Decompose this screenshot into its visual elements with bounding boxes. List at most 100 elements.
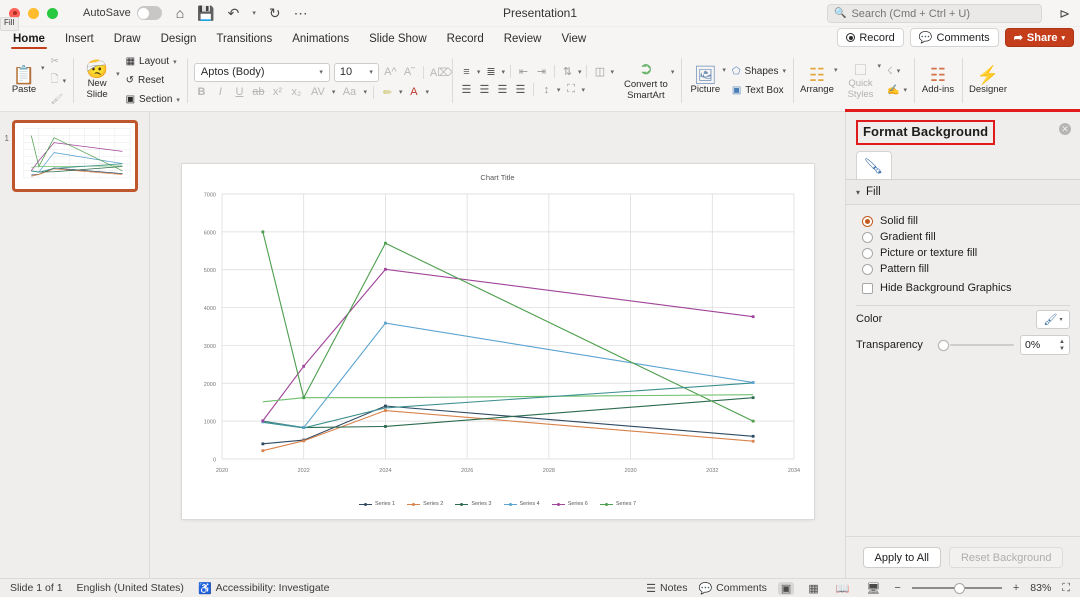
maximize-window-button[interactable]	[47, 7, 58, 19]
spinner-up-icon[interactable]: ▲	[1059, 339, 1065, 345]
zoom-slider-knob[interactable]	[953, 582, 965, 594]
bullets-chevron-down-icon[interactable]: ▾	[477, 68, 481, 76]
language-label[interactable]: English (United States)	[77, 582, 184, 594]
tab-record[interactable]: Record	[437, 27, 494, 50]
more-options-icon[interactable]: ⋯	[294, 6, 308, 20]
align-text-icon[interactable]: ⛶	[563, 83, 578, 96]
arrange-chevron-down-icon[interactable]: ▾	[834, 66, 838, 74]
slideshow-icon[interactable]: 🖥	[863, 582, 883, 595]
transparency-slider-knob[interactable]	[938, 339, 949, 351]
text-highlight-icon[interactable]: ✏	[380, 86, 395, 99]
comments-button[interactable]: 💬 Comments	[909, 28, 999, 47]
fit-slide-icon[interactable]: ⛶	[1062, 582, 1070, 595]
checkbox-hide-background-graphics[interactable]	[862, 282, 873, 294]
tab-review[interactable]: Review	[494, 27, 552, 50]
tab-draw[interactable]: Draw	[104, 27, 151, 50]
autosave-control[interactable]: AutoSave	[83, 6, 162, 20]
align-right-icon[interactable]: ☰	[495, 83, 510, 96]
shapes-button[interactable]: ⬠ Shapes ▾	[732, 63, 786, 79]
change-case-button[interactable]: Aa	[339, 86, 359, 98]
new-slide-chevron-down-icon[interactable]: ▾	[116, 70, 120, 78]
layout-chevron-down-icon[interactable]: ▾	[173, 58, 177, 66]
transparency-spinner[interactable]: 0% ▲ ▼	[1020, 335, 1070, 355]
transparency-slider[interactable]	[938, 338, 1014, 352]
slide-canvas[interactable]: Chart Title 0 1000 2000 3000 4000 5000 6000 700…	[150, 112, 845, 578]
minimize-window-button[interactable]	[28, 7, 39, 19]
align-center-icon[interactable]: ☰	[477, 83, 492, 96]
font-name-combobox[interactable]: Aptos (Body) ▾	[193, 62, 330, 82]
tab-animations[interactable]: Animations	[282, 27, 359, 50]
undo-icon[interactable]: ↶	[228, 6, 240, 20]
character-spacing-chevron-down-icon[interactable]: ▾	[332, 88, 336, 96]
apply-to-all-button[interactable]: Apply to All	[862, 547, 941, 568]
radio-gradient-fill[interactable]	[862, 231, 873, 243]
radio-solid-fill[interactable]	[862, 215, 873, 227]
columns-icon[interactable]: ◫	[592, 65, 607, 78]
align-left-icon[interactable]: ☰	[459, 83, 474, 96]
slide-sorter-icon[interactable]: ▦	[805, 582, 821, 595]
clear-formatting-icon[interactable]: A⌦	[430, 66, 453, 79]
picture-chevron-down-icon[interactable]: ▾	[722, 66, 726, 74]
save-icon[interactable]: 💾	[197, 6, 214, 20]
search-field[interactable]: 🔍	[827, 4, 1042, 23]
zoom-out-icon[interactable]: −	[894, 582, 900, 594]
line-spacing-chevron-down-icon[interactable]: ▾	[578, 68, 582, 76]
reset-button[interactable]: ↺ Reset	[126, 73, 180, 89]
slide-thumbnail-1[interactable]	[12, 120, 138, 192]
quick-styles-button[interactable]: □ Quick Styles	[844, 60, 878, 101]
increase-indent-icon[interactable]: ⇥	[534, 65, 549, 78]
line-spacing-icon[interactable]: ⇅	[560, 65, 575, 78]
slide-thumbnail-pane[interactable]: 1	[0, 112, 150, 578]
shapes-chevron-down-icon[interactable]: ▾	[782, 67, 786, 75]
subscript-button[interactable]: x₂	[289, 86, 304, 98]
decrease-indent-icon[interactable]: ⇤	[516, 65, 531, 78]
share-button[interactable]: ➦ Share ▾	[1004, 28, 1074, 47]
quick-styles-chevron-down-icon[interactable]: ▾	[878, 62, 882, 70]
line-chart[interactable]: 01000200030004000500060007000 2020 2022 20…	[182, 164, 814, 519]
normal-view-icon[interactable]: ▣	[777, 581, 795, 595]
bold-button[interactable]: B	[194, 86, 209, 98]
option-solid-fill[interactable]: Solid fill	[862, 213, 1070, 229]
font-name-chevron-down-icon[interactable]: ▾	[319, 68, 323, 76]
change-case-chevron-down-icon[interactable]: ▾	[363, 88, 367, 96]
text-box-button[interactable]: ▣ Text Box	[732, 82, 786, 98]
format-painter-button[interactable]: 🖌	[51, 92, 67, 108]
picture-button[interactable]: 🖼 Picture	[688, 66, 722, 95]
font-color-chevron-down-icon[interactable]: ▾	[425, 88, 429, 96]
spinner-arrows[interactable]: ▲ ▼	[1059, 339, 1065, 352]
section-chevron-down-icon[interactable]: ▾	[176, 96, 180, 104]
color-picker-button[interactable]: 🖌 ▾	[1036, 309, 1070, 329]
shape-fill-chevron-down-icon[interactable]: ▾	[897, 67, 901, 75]
fill-section-header[interactable]: ▾ Fill	[846, 180, 1080, 205]
cut-button[interactable]: ✂	[51, 54, 67, 70]
superscript-button[interactable]: x²	[270, 86, 285, 98]
copy-chevron-down-icon[interactable]: ▾	[63, 77, 67, 85]
text-direction-chevron-down-icon[interactable]: ▾	[557, 86, 561, 94]
shape-fill-button[interactable]: ☇ ▾	[887, 63, 907, 79]
redo-icon[interactable]: ↻	[269, 6, 281, 20]
panel-tab-fill[interactable]: 🖌	[856, 151, 892, 179]
close-icon[interactable]: ✕	[1059, 123, 1071, 135]
character-spacing-button[interactable]: AV	[308, 86, 328, 98]
notes-button[interactable]: ☰ Notes	[646, 582, 687, 595]
tab-insert[interactable]: Insert	[55, 27, 104, 50]
collaborators-icon[interactable]: ⊳	[1059, 6, 1070, 22]
layout-button[interactable]: ▦ Layout ▾	[126, 54, 180, 70]
increase-font-size-icon[interactable]: A^	[383, 66, 398, 78]
underline-button[interactable]: U	[232, 86, 247, 98]
decrease-font-size-icon[interactable]: A˜	[402, 66, 417, 78]
add-ins-button[interactable]: ☷ Add-ins	[921, 66, 955, 95]
shape-outline-chevron-down-icon[interactable]: ▾	[903, 86, 907, 94]
shape-outline-button[interactable]: ✍ ▾	[887, 82, 907, 98]
highlight-chevron-down-icon[interactable]: ▾	[399, 88, 403, 96]
reading-view-icon[interactable]: 📖	[833, 582, 853, 595]
slide-surface[interactable]: Chart Title 0 1000 2000 3000 4000 5000 6000 700…	[181, 164, 814, 519]
tab-design[interactable]: Design	[151, 27, 207, 50]
home-icon[interactable]: ⌂	[176, 6, 184, 20]
paste-chevron-down-icon[interactable]: ▾	[41, 64, 45, 72]
columns-chevron-down-icon[interactable]: ▾	[610, 68, 614, 76]
smartart-chevron-down-icon[interactable]: ▾	[671, 68, 675, 76]
copy-button[interactable]: 🗋 ▾	[51, 73, 67, 89]
text-direction-icon[interactable]: ↕	[539, 84, 554, 96]
tab-transitions[interactable]: Transitions	[206, 27, 282, 50]
